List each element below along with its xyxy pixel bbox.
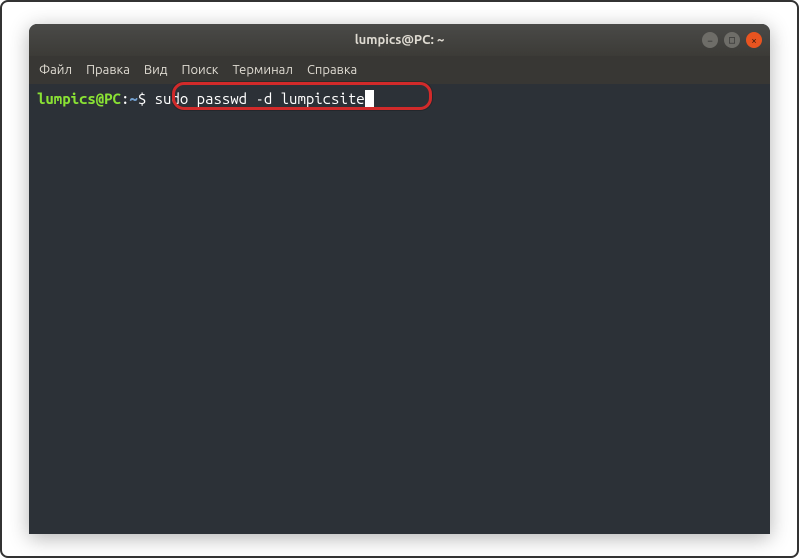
prompt-symbol: $: [138, 88, 155, 109]
cursor-icon: [365, 90, 374, 107]
prompt-path: ~: [129, 88, 137, 109]
prompt-user-host: lumpics@PC: [37, 88, 121, 109]
menu-terminal[interactable]: Терминал: [232, 63, 292, 77]
prompt-colon: :: [121, 88, 129, 109]
maximize-icon: □: [729, 34, 735, 46]
command-input: sudo passwd -d lumpicsite: [155, 88, 365, 109]
menu-view[interactable]: Вид: [144, 63, 168, 77]
minimize-icon: −: [707, 35, 713, 46]
terminal-content[interactable]: lumpics@PC:~$ sudo passwd -d lumpicsite: [29, 84, 770, 534]
minimize-button[interactable]: −: [702, 32, 718, 48]
close-button[interactable]: ×: [746, 32, 762, 48]
terminal-window: lumpics@PC: ~ − □ × Файл Правка Вид Поис…: [29, 24, 770, 534]
menu-edit[interactable]: Правка: [86, 63, 130, 77]
window-title: lumpics@PC: ~: [355, 33, 445, 47]
menu-bar: Файл Правка Вид Поиск Терминал Справка: [29, 56, 770, 84]
menu-help[interactable]: Справка: [307, 63, 357, 77]
window-controls: − □ ×: [702, 32, 762, 48]
prompt-line: lumpics@PC:~$ sudo passwd -d lumpicsite: [37, 88, 762, 109]
close-icon: ×: [751, 35, 757, 46]
title-bar: lumpics@PC: ~ − □ ×: [29, 24, 770, 56]
menu-search[interactable]: Поиск: [181, 63, 218, 77]
menu-file[interactable]: Файл: [39, 63, 72, 77]
maximize-button[interactable]: □: [724, 32, 740, 48]
